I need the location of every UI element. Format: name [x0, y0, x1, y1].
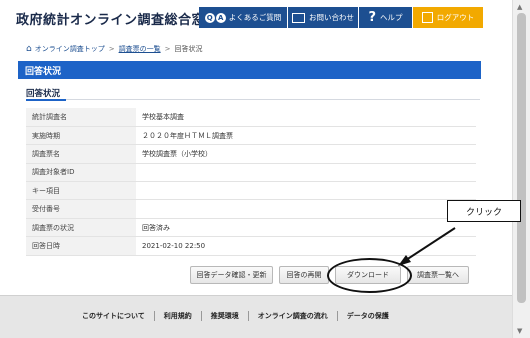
confirm-update-button[interactable]: 回答データ確認・更新: [190, 266, 273, 284]
site-title[interactable]: 政府統計オンライン調査総合窓口: [16, 9, 219, 28]
row-label: 統計調査名: [26, 108, 136, 127]
row-value: [136, 181, 476, 201]
row-value: ２０２０年度ＨＴＭＬ調査票: [136, 126, 476, 146]
row-value: 回答済み: [136, 218, 476, 238]
contact-label: お問い合わせ: [309, 13, 354, 22]
vertical-scrollbar[interactable]: ▲ ▼: [512, 0, 530, 338]
footer-link-data-protection[interactable]: データの保護: [347, 311, 389, 321]
home-icon: ⌂: [26, 44, 32, 54]
help-link[interactable]: ? ヘルプ: [358, 7, 412, 28]
table-row: 受付番号: [26, 199, 476, 219]
question-mark-icon: ?: [368, 10, 377, 25]
logout-icon: [421, 12, 433, 23]
breadcrumb-separator: >: [108, 45, 115, 53]
row-label: 受付番号: [26, 199, 136, 219]
row-value: 学校基本調査: [136, 108, 476, 127]
table-row: 実施時期 ２０２０年度ＨＴＭＬ調査票: [26, 126, 476, 146]
scroll-thumb[interactable]: [517, 13, 526, 303]
section-divider: [26, 99, 480, 100]
row-label: 実施時期: [26, 126, 136, 146]
site-footer: このサイトについて 利用規約 推奨環境 オンライン調査の流れ データの保護: [0, 295, 512, 338]
row-value: [136, 199, 476, 219]
breadcrumb-separator: >: [164, 45, 171, 53]
footer-separator: [247, 311, 249, 321]
scroll-down-arrow-icon[interactable]: ▼: [517, 327, 522, 335]
logout-label: ログアウト: [436, 13, 475, 22]
scroll-up-arrow-icon[interactable]: ▲: [517, 3, 522, 11]
footer-link-about[interactable]: このサイトについて: [82, 311, 145, 321]
breadcrumb-list[interactable]: 調査票の一覧: [119, 44, 161, 54]
table-row: 調査票の状況 回答済み: [26, 218, 476, 238]
table-row: 回答日時 2021-02-10 22:50: [26, 236, 476, 256]
row-label: キー項目: [26, 181, 136, 201]
row-label: 調査対象者ID: [26, 163, 136, 183]
highlight-ellipse: [327, 258, 412, 293]
survey-list-button[interactable]: 調査票一覧へ: [407, 266, 469, 284]
section-divider-accent: [26, 99, 66, 101]
logout-button[interactable]: ログアウト: [412, 7, 483, 28]
row-value: 2021-02-10 22:50: [136, 236, 476, 256]
faq-label: よくあるご質問: [228, 13, 282, 22]
breadcrumb-home[interactable]: オンライン調査トップ: [35, 44, 105, 54]
global-nav: QA よくあるご質問 お問い合わせ ? ヘルプ ログアウト: [199, 7, 483, 28]
breadcrumb-current: 回答状況: [174, 45, 203, 53]
row-label: 調査票の状況: [26, 218, 136, 238]
mail-icon: [292, 12, 305, 23]
section-title: 回答状況: [26, 89, 61, 99]
response-status-table: 統計調査名 学校基本調査 実施時期 ２０２０年度ＨＴＭＬ調査票 調査票名 学校調査票（…: [26, 108, 476, 256]
row-value: [136, 163, 476, 183]
footer-separator: [153, 311, 155, 321]
breadcrumb: ⌂ オンライン調査トップ > 調査票の一覧 > 回答状況: [26, 44, 202, 54]
footer-separator: [200, 311, 202, 321]
contact-link[interactable]: お問い合わせ: [287, 7, 358, 28]
row-label: 回答日時: [26, 236, 136, 256]
table-row: キー項目: [26, 181, 476, 201]
footer-link-environment[interactable]: 推奨環境: [211, 311, 239, 321]
help-label: ヘルプ: [380, 13, 403, 22]
row-value: 学校調査票（小学校）: [136, 144, 476, 164]
table-row: 調査票名 学校調査票（小学校）: [26, 144, 476, 164]
faq-link[interactable]: QA よくあるご質問: [199, 7, 287, 28]
resume-answer-button[interactable]: 回答の再開: [279, 266, 329, 284]
footer-separator: [336, 311, 338, 321]
site-header: 政府統計オンライン調査総合窓口 QA よくあるご質問 お問い合わせ ? ヘルプ …: [0, 0, 512, 34]
footer-link-terms[interactable]: 利用規約: [164, 311, 192, 321]
row-label: 調査票名: [26, 144, 136, 164]
annotation-callout: クリック: [447, 200, 521, 222]
table-row: 調査対象者ID: [26, 163, 476, 183]
footer-link-flow[interactable]: オンライン調査の流れ: [258, 311, 328, 321]
footer-links: このサイトについて 利用規約 推奨環境 オンライン調査の流れ データの保護: [82, 311, 389, 321]
qa-icon: QA: [204, 12, 226, 23]
page-title: 回答状況: [18, 61, 481, 79]
table-row: 統計調査名 学校基本調査: [26, 108, 476, 127]
